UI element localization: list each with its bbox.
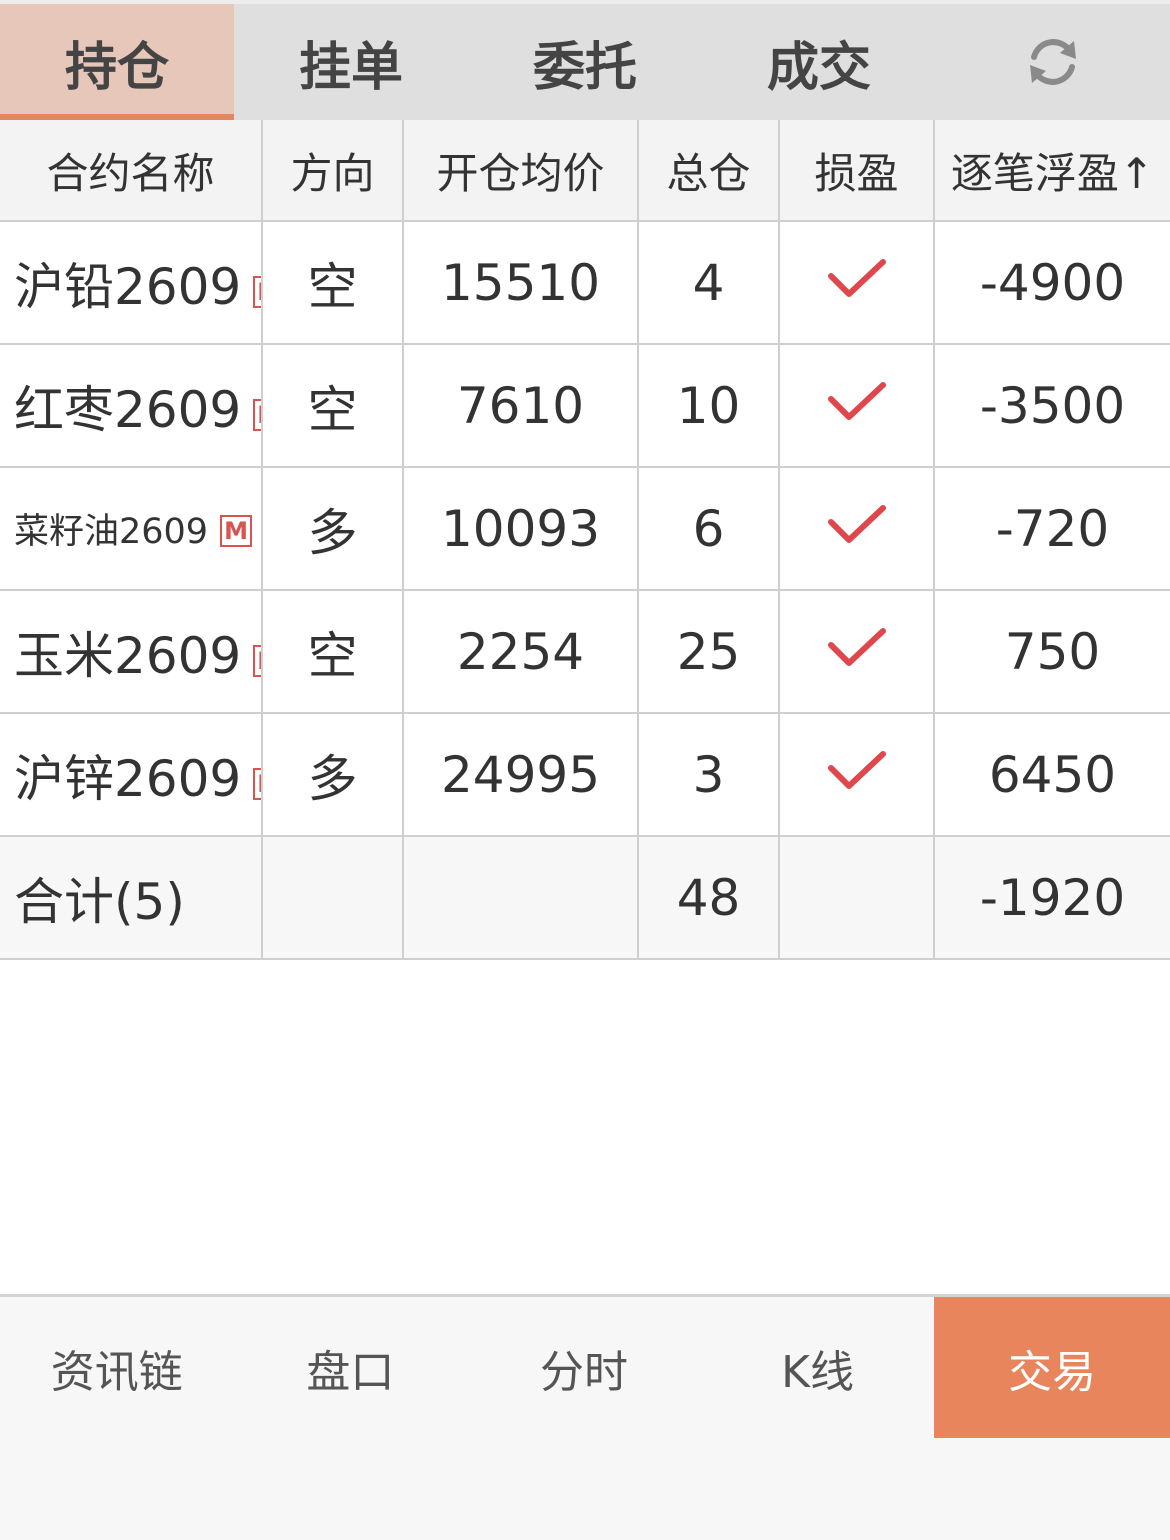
m-badge-icon: M (253, 398, 260, 431)
m-badge-icon: M (253, 644, 260, 677)
summary-row: 合计(5) 48 -1920 (0, 836, 1170, 960)
summary-empty (262, 836, 404, 960)
stop-pl-cell[interactable] (779, 467, 935, 591)
avg-open-price: 2254 (403, 590, 639, 714)
total-position: 4 (638, 221, 780, 345)
direction: 多 (262, 467, 404, 591)
header-direction[interactable]: 方向 (262, 120, 404, 222)
contract-name: 菜籽油2609 (14, 512, 209, 552)
table-header: 合约名称 方向 开仓均价 总仓 损盈 逐笔浮盈↑ (0, 120, 1170, 222)
contract-name-cell: 菜籽油2609 M (0, 467, 263, 591)
floating-pnl: 750 (934, 590, 1170, 714)
total-position: 25 (638, 590, 780, 714)
direction: 多 (262, 713, 404, 837)
table-row[interactable]: 菜籽油2609 M 多 10093 6 -720 (0, 467, 1170, 591)
tab-orders[interactable]: 委托 (468, 4, 702, 120)
avg-open-price: 24995 (403, 713, 639, 837)
bottom-nav: 资讯链 盘口 分时 K线 交易 (0, 1294, 1170, 1540)
stop-pl-cell[interactable] (779, 590, 935, 714)
check-icon (827, 504, 886, 543)
floating-pnl: -3500 (934, 344, 1170, 468)
summary-floating-pnl: -1920 (934, 836, 1170, 960)
table-row[interactable]: 红枣2609 M 空 7610 10 -3500 (0, 344, 1170, 468)
total-position: 6 (638, 467, 780, 591)
floating-pnl: -4900 (934, 221, 1170, 345)
avg-open-price: 15510 (403, 221, 639, 345)
m-badge-icon: M (253, 275, 260, 308)
summary-empty (403, 836, 639, 960)
nav-intraday[interactable]: 分时 (467, 1297, 701, 1438)
positions-table: 合约名称 方向 开仓均价 总仓 损盈 逐笔浮盈↑ 沪铅2609 M 空 15510… (0, 120, 1170, 960)
contract-name: 沪锌2609 (14, 749, 242, 808)
check-icon (827, 381, 886, 420)
header-stop-profit-loss[interactable]: 损盈 (779, 120, 935, 222)
position-tabs: 持仓 挂单 委托 成交 (0, 0, 1170, 120)
contract-name-cell: 沪铅2609 M (0, 221, 263, 345)
check-icon (827, 627, 886, 666)
table-row[interactable]: 沪锌2609 M 多 24995 3 6450 (0, 713, 1170, 837)
summary-total-position: 48 (638, 836, 780, 960)
header-floating-pnl-sort[interactable]: 逐笔浮盈↑ (934, 120, 1170, 222)
contract-name-cell: 红枣2609 M (0, 344, 263, 468)
avg-open-price: 7610 (403, 344, 639, 468)
refresh-icon (1030, 39, 1076, 85)
contract-name: 玉米2609 (14, 626, 242, 685)
contract-name: 沪铅2609 (14, 257, 242, 316)
stop-pl-cell[interactable] (779, 221, 935, 345)
nav-kline[interactable]: K线 (701, 1297, 935, 1438)
nav-trade[interactable]: 交易 (934, 1297, 1170, 1438)
check-icon (827, 750, 886, 789)
table-row[interactable]: 玉米2609 M 空 2254 25 750 (0, 590, 1170, 714)
contract-name-cell: 沪锌2609 M (0, 713, 263, 837)
total-position: 3 (638, 713, 780, 837)
nav-news-chain[interactable]: 资讯链 (0, 1297, 234, 1438)
header-total-position[interactable]: 总仓 (638, 120, 780, 222)
nav-order-book[interactable]: 盘口 (234, 1297, 468, 1438)
stop-pl-cell[interactable] (779, 344, 935, 468)
m-badge-icon: M (253, 767, 260, 800)
summary-empty (779, 836, 935, 960)
header-avg-open-price[interactable]: 开仓均价 (403, 120, 639, 222)
tab-pending-orders[interactable]: 挂单 (234, 4, 468, 120)
direction: 空 (262, 344, 404, 468)
refresh-button[interactable] (936, 4, 1170, 120)
contract-name-cell: 玉米2609 M (0, 590, 263, 714)
floating-pnl: 6450 (934, 713, 1170, 837)
stop-pl-cell[interactable] (779, 713, 935, 837)
contract-name: 红枣2609 (14, 380, 242, 439)
summary-label: 合计(5) (0, 836, 263, 960)
direction: 空 (262, 590, 404, 714)
tab-positions[interactable]: 持仓 (0, 4, 234, 120)
header-contract-name[interactable]: 合约名称 (0, 120, 263, 222)
check-icon (827, 258, 886, 297)
direction: 空 (262, 221, 404, 345)
m-badge-icon: M (220, 515, 253, 547)
total-position: 10 (638, 344, 780, 468)
avg-open-price: 10093 (403, 467, 639, 591)
floating-pnl: -720 (934, 467, 1170, 591)
table-row[interactable]: 沪铅2609 M 空 15510 4 -4900 (0, 221, 1170, 345)
tab-trades[interactable]: 成交 (702, 4, 936, 120)
